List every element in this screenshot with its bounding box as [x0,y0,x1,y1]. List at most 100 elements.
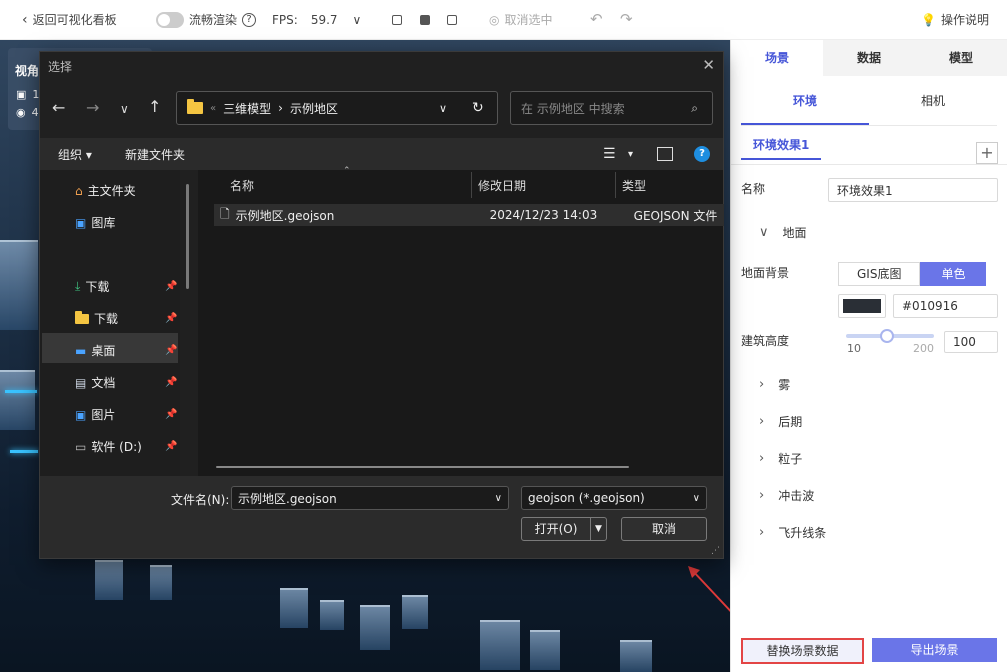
ground-bg-label: 地面背景 [741,266,790,280]
chevron-down-icon: ∨ [759,225,769,240]
file-icon: 🗋 [220,206,230,221]
building-height-label: 建筑高度 [741,334,790,348]
nav-downloads-folder[interactable]: 下载 [75,310,118,327]
replace-scene-data-button[interactable]: 替换场景数据 [741,638,864,664]
view-mode-icon[interactable] [392,15,402,25]
name-input[interactable]: 环境效果1 [828,178,998,202]
undo-icon[interactable]: ↶ [590,10,603,28]
address-bar[interactable]: « 三维模型 › 示例地区 ∨ ↻ [176,91,498,125]
option-gis[interactable]: GIS底图 [838,262,921,286]
path-segment-2[interactable]: 示例地区 [290,100,338,117]
tab-environment[interactable]: 环境 [741,76,869,125]
path-segment-1[interactable]: 三维模型 [223,100,271,117]
tab-effect-1[interactable]: 环境效果1 [741,130,822,160]
help-button[interactable]: 💡 操作说明 [921,11,989,28]
pin-icon[interactable]: 📌 [165,377,177,388]
nav-gallery[interactable]: ▣ 图库 [75,214,115,231]
height-input[interactable]: 100 [944,331,998,353]
nav-home-label: 主文件夹 [87,184,136,198]
file-name: 示例地区.geojson [235,208,335,223]
option-solid[interactable]: 单色 [920,262,987,286]
redo-icon[interactable]: ↷ [620,10,633,28]
pin-icon[interactable]: 📌 [165,409,177,420]
back-button[interactable]: ‹ 返回可视化看板 [22,11,117,28]
export-scene-button[interactable]: 导出场景 [872,638,997,662]
section-post[interactable]: › 后期 [759,413,802,430]
color-hex-input[interactable]: #010916 [893,294,998,318]
folder-icon [75,310,89,324]
back-arrow-icon[interactable]: ← [52,98,65,117]
nav-drive-d[interactable]: ▭ 软件 (D:) [75,438,142,455]
file-list: ⌃ 名称 修改日期 类型 🗋 示例地区.geojson 2024/12/23 1… [198,166,724,476]
cancel-button[interactable]: 取消 [621,517,707,541]
pin-icon[interactable]: 📌 [165,281,177,292]
color-picker[interactable] [838,294,886,318]
chevron-down-icon[interactable]: ∨ [439,102,447,115]
nav-documents[interactable]: ▤ 文档 [75,374,115,391]
table-row[interactable]: 🗋 示例地区.geojson 2024/12/23 14:03 GEOJSON … [214,204,724,226]
section-fog[interactable]: › 雾 [759,376,790,393]
view-list-icon[interactable]: ☰ [603,146,616,162]
help-circle-icon[interactable]: ? [242,12,257,27]
pin-icon[interactable]: 📌 [165,345,177,356]
organize-button[interactable]: 组织 ▾ [58,146,92,163]
nav-downloads-label: 下载 [85,280,110,294]
close-icon[interactable]: ✕ [702,56,715,74]
chevron-down-icon[interactable]: ▾ [628,149,633,160]
search-input[interactable]: 在 示例地区 中搜索 ⌕ [510,91,713,125]
new-folder-button[interactable]: 新建文件夹 [125,146,185,163]
file-date: 2024/12/23 14:03 [489,208,598,222]
copy-icon[interactable] [447,15,457,25]
slider-min: 10 [847,342,861,355]
chevron-down-icon[interactable]: ∨ [353,13,362,27]
column-name[interactable]: 名称 [230,170,254,202]
pin-icon[interactable]: 📌 [165,441,177,452]
fps-label: FPS: [272,12,298,27]
help-label: 操作说明 [940,13,989,27]
column-date[interactable]: 修改日期 [478,170,526,202]
file-type-select[interactable]: geojson (*.geojson) ∨ [521,486,707,510]
nav-pictures[interactable]: ▣ 图片 [75,406,115,423]
tab-camera[interactable]: 相机 [869,76,997,125]
pin-icon[interactable]: 📌 [165,313,177,324]
add-icon[interactable]: + [976,142,998,164]
dialog-title: 选择 [48,60,73,74]
section-flylines[interactable]: › 飞升线条 [759,524,826,541]
section-ground[interactable]: ∨ 地面 [759,224,807,241]
toggle-switch[interactable] [156,11,184,28]
chevron-down-icon[interactable]: ∨ [693,493,700,504]
filename-input[interactable]: 示例地区.geojson ∨ [231,486,509,510]
up-arrow-icon[interactable]: ↑ [148,97,161,116]
command-bar: 组织 ▾ 新建文件夹 ☰ ▾ ? [40,138,723,170]
nav-pictures-label: 图片 [91,408,116,422]
nav-home[interactable]: ⌂ 主文件夹 [75,182,136,199]
cancel-select-label: 取消选中 [504,13,553,27]
file-open-dialog: 选择 ✕ ← → ∨ ↑ « 三维模型 › 示例地区 ∨ ↻ 在 示例地区 中搜… [39,51,724,559]
height-slider-knob[interactable] [880,329,894,343]
tab-scene[interactable]: 场景 [731,40,823,76]
chevron-down-icon[interactable]: ∨ [495,493,502,504]
nav-documents-label: 文档 [91,376,116,390]
tab-data[interactable]: 数据 [823,40,915,76]
horizontal-scrollbar[interactable] [216,466,629,468]
section-post-label: 后期 [778,415,803,429]
preview-pane-icon[interactable] [657,147,673,161]
refresh-icon[interactable]: ↻ [472,100,484,116]
smooth-render-toggle[interactable]: 流畅渲染 ? [156,11,257,28]
tab-model[interactable]: 模型 [915,40,1007,76]
fill-mode-icon[interactable] [420,15,430,25]
section-shockwave[interactable]: › 冲击波 [759,487,814,504]
nav-desktop[interactable]: ▬ 桌面 [75,342,115,359]
open-button[interactable]: 打开(O) ▼ [521,517,607,541]
resize-grip-icon[interactable]: ⋰ [711,546,720,556]
nav-downloads[interactable]: ⤓ 下载 [75,278,109,295]
forward-arrow-icon[interactable]: → [86,98,99,117]
chevron-down-icon[interactable]: ▼ [590,518,606,540]
chevron-down-icon[interactable]: ∨ [120,102,129,116]
cancel-select-button[interactable]: ◎ 取消选中 [489,11,553,28]
section-particles[interactable]: › 粒子 [759,450,802,467]
column-type[interactable]: 类型 [622,170,646,202]
nav-scrollbar[interactable] [186,184,189,289]
chevron-right-icon: › [759,488,765,503]
help-icon[interactable]: ? [694,146,710,162]
